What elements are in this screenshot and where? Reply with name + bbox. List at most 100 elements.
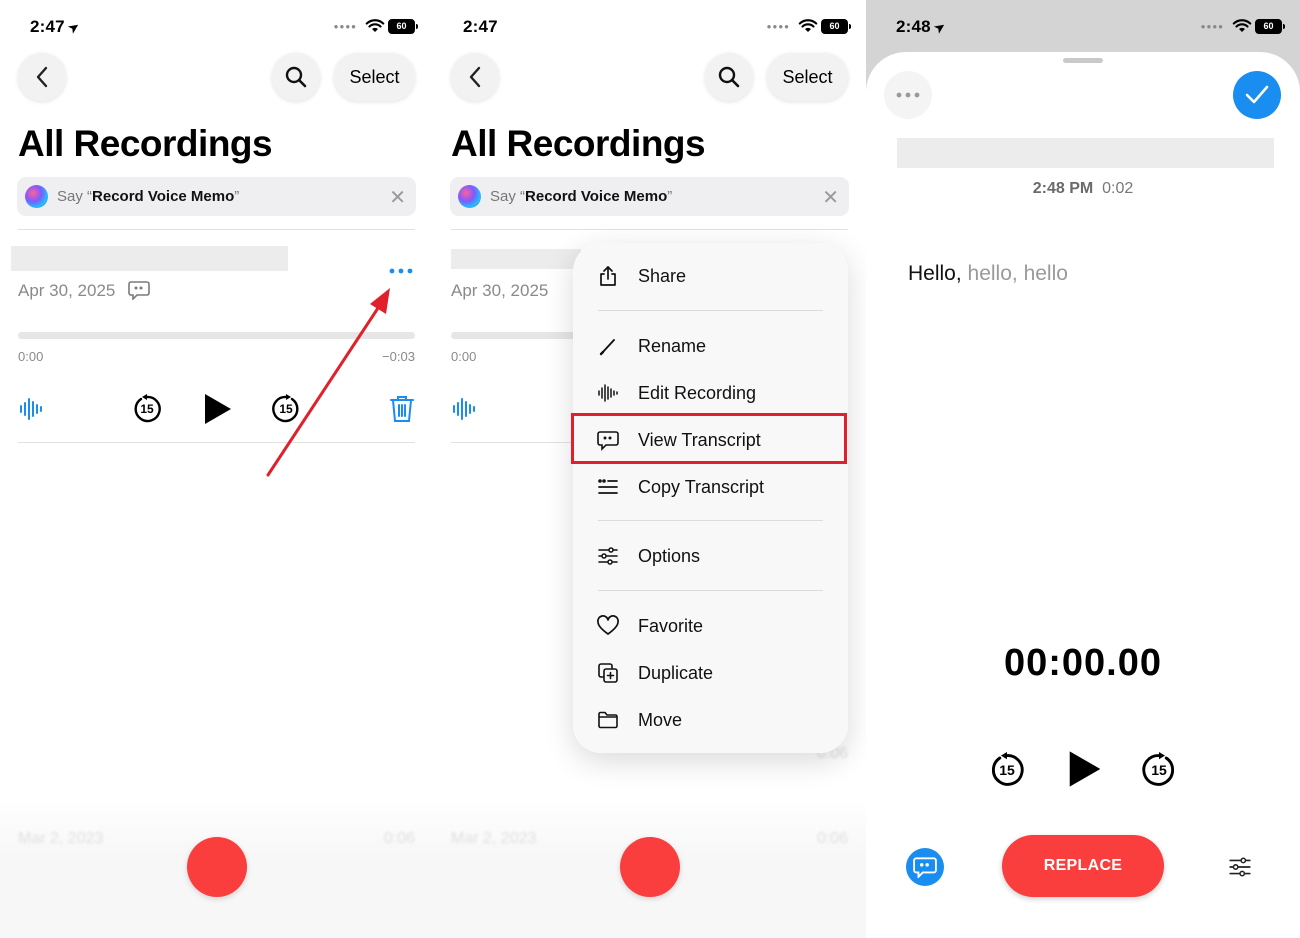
battery-indicator: 60 — [1255, 19, 1285, 34]
menu-item-label: Share — [638, 266, 687, 286]
redacted-recording-title — [11, 246, 288, 271]
siri-suggestion[interactable]: Say “Record Voice Memo” ✕ — [17, 177, 416, 216]
siri-icon — [458, 185, 481, 208]
search-icon — [718, 66, 740, 88]
menu-item-label: Move — [638, 710, 683, 730]
back-button[interactable] — [18, 53, 66, 101]
menu-item-copy-transcript[interactable]: Copy Transcript — [573, 467, 848, 507]
location-icon: ➤ — [930, 17, 949, 38]
redacted-recording-title — [451, 249, 581, 269]
menu-item-share[interactable]: Share — [573, 256, 848, 296]
cellular-icon: ●●●● — [1200, 22, 1224, 31]
chevron-left-icon — [469, 66, 481, 88]
quote-list-icon — [598, 479, 618, 494]
menu-separator — [598, 520, 823, 521]
divider — [18, 229, 415, 230]
faded-duration: 0:06 — [816, 830, 848, 847]
skip-back-button[interactable]: 15 — [132, 394, 162, 424]
status-time: 2:47 — [463, 17, 498, 36]
close-icon[interactable]: ✕ — [822, 185, 839, 210]
transcript-text: Hello, hello, hello — [908, 262, 1068, 285]
heart-icon — [597, 615, 619, 635]
panel-recordings-list: 2:47➤ ●●●● 60 Select All Recordings Say … — [0, 0, 433, 938]
skip-back-label: 15 — [140, 402, 154, 416]
siri-suggestion[interactable]: Say “Record Voice Memo” ✕ — [450, 177, 849, 216]
transcript-icon — [128, 281, 150, 300]
replace-button[interactable]: REPLACE — [1002, 835, 1164, 897]
waveform-icon[interactable] — [452, 396, 478, 422]
skip-back-button[interactable]: 15 — [989, 752, 1025, 788]
panel-recording-detail: 2:48➤ ●●●● 60 2:48 PM 0:02 Hello, hello,… — [866, 0, 1300, 938]
time-elapsed: 0:00 — [18, 349, 44, 364]
close-icon[interactable]: ✕ — [389, 185, 406, 210]
status-bar: 2:47➤ ●●●● 60 — [0, 0, 433, 54]
siri-suggestion-text: Say “Record Voice Memo” — [57, 188, 240, 205]
faded-date: Mar 2, 2023 — [451, 830, 537, 847]
transcript-button[interactable] — [906, 848, 944, 886]
pencil-icon — [599, 339, 615, 356]
menu-item-favorite[interactable]: Favorite — [573, 606, 848, 646]
sheet-grabber[interactable] — [1063, 58, 1103, 63]
menu-item-label: Rename — [638, 336, 707, 356]
time-elapsed: 0:00 — [451, 349, 477, 364]
menu-item-label: Favorite — [638, 616, 704, 636]
panel-context-menu: 2:47 ●●●● 60 Select All Recordings Say “… — [433, 0, 866, 938]
menu-item-label: Options — [638, 546, 701, 566]
context-menu: Share Rename Edit Recording View Transcr… — [571, 243, 848, 753]
menu-separator — [598, 590, 823, 591]
status-bar: 2:48➤ ●●●● 60 — [866, 0, 1300, 54]
share-icon — [600, 266, 616, 286]
sliders-icon — [598, 547, 618, 565]
checkmark-icon — [1245, 85, 1269, 104]
battery-indicator: 60 — [388, 19, 418, 34]
recording-date: Apr 30, 2025 — [18, 281, 116, 300]
play-icon[interactable] — [1067, 749, 1103, 789]
folder-icon — [598, 711, 618, 729]
chevron-left-icon — [36, 66, 48, 88]
faded-date: Mar 2, 2023 — [18, 830, 104, 847]
record-button[interactable] — [187, 837, 247, 897]
menu-item-rename[interactable]: Rename — [573, 326, 848, 366]
menu-item-label: Duplicate — [638, 663, 714, 683]
skip-forward-button[interactable]: 15 — [1141, 752, 1177, 788]
back-button[interactable] — [451, 53, 499, 101]
skip-forward-label: 15 — [1151, 762, 1167, 778]
menu-item-duplicate[interactable]: Duplicate — [573, 653, 848, 693]
faded-duration: 0:06 — [383, 830, 415, 847]
waveform-icon[interactable] — [19, 396, 45, 422]
play-icon[interactable] — [203, 392, 233, 426]
battery-indicator: 60 — [821, 19, 851, 34]
search-button[interactable] — [272, 53, 320, 101]
playback-timer: 00:00.00 — [1003, 642, 1162, 684]
recording-sheet: 2:48 PM 0:02 Hello, hello, hello 00:00.0… — [866, 52, 1300, 938]
wifi-icon — [365, 19, 385, 32]
wifi-icon — [798, 19, 818, 32]
more-button[interactable] — [884, 71, 932, 119]
select-button[interactable]: Select — [767, 53, 848, 101]
menu-item-edit-recording[interactable]: Edit Recording — [573, 373, 848, 413]
menu-item-move[interactable]: Move — [573, 700, 848, 740]
siri-suggestion-text: Say “Record Voice Memo” — [490, 188, 673, 205]
menu-separator — [598, 310, 823, 311]
menu-item-options[interactable]: Options — [573, 536, 848, 576]
search-button[interactable] — [705, 53, 753, 101]
status-time: 2:48➤ — [896, 17, 949, 38]
recording-date: Apr 30, 2025 — [451, 281, 549, 300]
transcript-icon — [913, 857, 937, 878]
more-icon[interactable] — [386, 263, 416, 279]
status-bar: 2:47 ●●●● 60 — [433, 0, 866, 54]
page-title: All Recordings — [18, 123, 273, 164]
skip-back-label: 15 — [999, 762, 1015, 778]
playback-scrubber[interactable] — [451, 332, 591, 339]
page-title: All Recordings — [451, 123, 706, 164]
status-time: 2:47➤ — [30, 17, 83, 38]
sliders-icon[interactable] — [1227, 855, 1253, 879]
redacted-recording-title — [897, 138, 1274, 168]
done-button[interactable] — [1233, 71, 1281, 119]
annotation-arrow — [266, 288, 390, 477]
cellular-icon: ●●●● — [333, 22, 357, 31]
record-button[interactable] — [620, 837, 680, 897]
menu-item-label: Copy Transcript — [638, 477, 765, 497]
highlight-box — [571, 413, 847, 464]
select-button[interactable]: Select — [334, 53, 415, 101]
